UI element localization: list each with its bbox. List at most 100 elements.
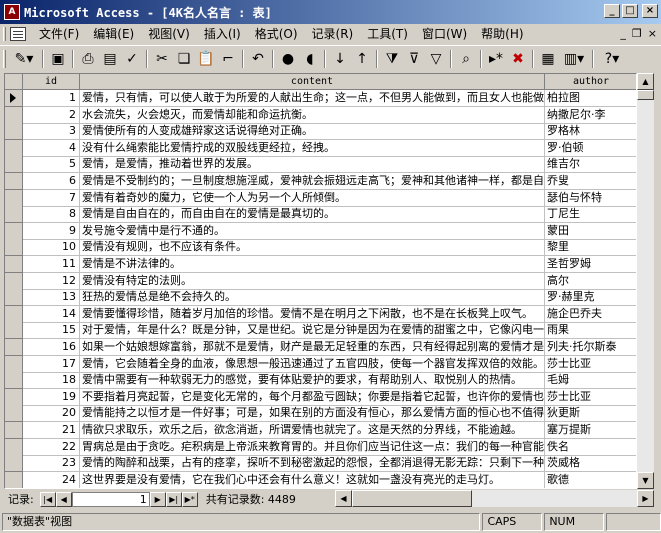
cell-id[interactable]: 12 bbox=[23, 273, 80, 290]
cell-id[interactable]: 21 bbox=[23, 422, 80, 439]
record-selector[interactable] bbox=[5, 107, 23, 124]
record-selector[interactable] bbox=[5, 472, 23, 488]
scroll-left-icon[interactable]: ◀ bbox=[335, 490, 352, 507]
hyperlink-icon[interactable]: ● bbox=[277, 48, 299, 70]
record-selector[interactable] bbox=[5, 156, 23, 173]
maximize-button[interactable]: □ bbox=[622, 4, 638, 18]
cell-content[interactable]: 水会流失，火会熄灭，而爱情却能和命运抗衡。 bbox=[80, 107, 545, 124]
record-selector[interactable] bbox=[5, 256, 23, 273]
cell-author[interactable]: 黎里 bbox=[545, 239, 636, 256]
cell-content[interactable]: 爱情，是爱情，推动着世界的发展。 bbox=[80, 156, 545, 173]
table-row[interactable]: 5 爱情，是爱情，推动着世界的发展。 维吉尔 bbox=[5, 156, 636, 173]
cell-id[interactable]: 22 bbox=[23, 439, 80, 456]
record-selector[interactable] bbox=[5, 422, 23, 439]
record-selector[interactable] bbox=[5, 455, 23, 472]
last-record-icon[interactable]: ▶| bbox=[165, 491, 182, 507]
delete-record-icon[interactable]: ✖ bbox=[507, 48, 529, 70]
minimize-button[interactable]: _ bbox=[604, 4, 620, 18]
help-icon[interactable]: ?▾ bbox=[597, 48, 627, 70]
record-selector[interactable] bbox=[5, 488, 23, 489]
record-selector[interactable] bbox=[5, 223, 23, 240]
record-selector[interactable] bbox=[5, 239, 23, 256]
record-selector[interactable] bbox=[5, 439, 23, 456]
cell-content[interactable]: 情欲只求取乐，欢乐之后，欲念消逝，所谓爱情也就完了。这是天然的分界线，不能逾越。 bbox=[80, 422, 545, 439]
cell-id[interactable]: 19 bbox=[23, 389, 80, 406]
print-preview-icon[interactable]: ▤ bbox=[99, 48, 121, 70]
cell-id[interactable]: 6 bbox=[23, 173, 80, 190]
table-row[interactable]: 13 狂热的爱情总是绝不会持久的。 罗·赫里克 bbox=[5, 289, 636, 306]
format-painter-icon[interactable]: ⌐ bbox=[217, 48, 239, 70]
cell-id[interactable]: 24 bbox=[23, 472, 80, 488]
cell-id[interactable]: 15 bbox=[23, 322, 80, 339]
cell-content[interactable]: 爱情中需要有一种软弱无力的感觉，要有体贴爱护的要求，有帮助别人、取悦别人的热情。 bbox=[80, 372, 545, 389]
table-row[interactable]: 16 如果一个姑娘想嫁富翁，那就不是爱情，财产是最无足轻重的东西，只有经得起别离的… bbox=[5, 339, 636, 356]
close-button[interactable]: × bbox=[642, 4, 658, 18]
record-selector[interactable] bbox=[5, 273, 23, 290]
filter-by-selection-icon[interactable]: ⧩ bbox=[381, 48, 403, 70]
cell-author[interactable]: 高尔 bbox=[545, 273, 636, 290]
first-record-icon[interactable]: |◀ bbox=[39, 491, 56, 507]
menu-file[interactable]: 文件(F) bbox=[32, 25, 86, 43]
apply-filter-icon[interactable]: ▽ bbox=[425, 48, 447, 70]
doc-minimize-icon[interactable]: _ bbox=[620, 27, 626, 40]
cell-content[interactable]: 爱情没有特定的法则。 bbox=[80, 273, 545, 290]
cell-content[interactable]: 对于爱情，年是什么？既是分钟，又是世纪。说它是分钟是因为在爱情的甜蜜之中，它像闪… bbox=[80, 322, 545, 339]
cell-id[interactable]: 4 bbox=[23, 140, 80, 157]
cell-id[interactable]: 17 bbox=[23, 356, 80, 373]
table-row[interactable]: 17 爱情，它会随着全身的血液，像思想一般迅速通过了五官四肢，使每一个器官发挥双倍… bbox=[5, 356, 636, 373]
cell-id[interactable]: 7 bbox=[23, 190, 80, 207]
record-selector[interactable] bbox=[5, 123, 23, 140]
doc-close-icon[interactable]: × bbox=[648, 27, 657, 40]
menu-tools[interactable]: 工具(T) bbox=[360, 25, 415, 43]
cell-author[interactable]: 瑟伯与怀特 bbox=[545, 190, 636, 207]
cell-id[interactable]: 2 bbox=[23, 107, 80, 124]
table-row[interactable]: 4 没有什么绳索能比爱情拧成的双股线更经拉，经拽。 罗·伯顿 bbox=[5, 140, 636, 157]
previous-record-icon[interactable]: ◀ bbox=[55, 491, 72, 507]
record-selector[interactable] bbox=[5, 389, 23, 406]
menu-view[interactable]: 视图(V) bbox=[141, 25, 197, 43]
print-icon[interactable]: ⎙ bbox=[77, 48, 99, 70]
record-selector[interactable] bbox=[5, 173, 23, 190]
cell-id[interactable]: 13 bbox=[23, 289, 80, 306]
scroll-thumb[interactable] bbox=[637, 90, 654, 100]
cell-author[interactable]: 维吉尔 bbox=[545, 156, 636, 173]
cell-author[interactable]: 列夫·托尔斯泰 bbox=[545, 339, 636, 356]
record-selector[interactable] bbox=[5, 289, 23, 306]
cell-content[interactable]: 这世界要是没有爱情，它在我们心中还会有什么意义！这就如一盏没有亮光的走马灯。 bbox=[80, 472, 545, 488]
cell-id[interactable]: 16 bbox=[23, 339, 80, 356]
horizontal-scroll-thumb[interactable] bbox=[352, 490, 472, 507]
menu-window[interactable]: 窗口(W) bbox=[415, 25, 474, 43]
sort-ascending-icon[interactable]: ↓ bbox=[329, 48, 351, 70]
record-selector[interactable] bbox=[5, 306, 23, 323]
cell-content[interactable]: 爱情的陶醉和战栗，占有的痉挛，探听不到秘密激起的怨恨，全都消退得无影无踪：只剩下… bbox=[80, 455, 545, 472]
cell-content[interactable]: 爱情，只有情，可以使人敢于为所爱的人献出生命；这一点，不但男人能做到，而且女人也… bbox=[80, 90, 545, 107]
table-row[interactable]: 7 爱情有着奇妙的魔力，它使一个人为另一个人所倾倒。 瑟伯与怀特 bbox=[5, 190, 636, 207]
cell-id[interactable]: 11 bbox=[23, 256, 80, 273]
table-icon[interactable] bbox=[10, 27, 26, 41]
filter-by-form-icon[interactable]: ⊽ bbox=[403, 48, 425, 70]
cell-author[interactable]: 歌德 bbox=[545, 472, 636, 488]
table-row[interactable]: 1 爱情，只有情，可以使人敢于为所爱的人献出生命；这一点，不但男人能做到，而且女人… bbox=[5, 90, 636, 107]
spelling-icon[interactable]: ✓ bbox=[121, 48, 143, 70]
horizontal-scrollbar[interactable]: ◀ ▶ bbox=[335, 490, 654, 507]
table-row[interactable]: 18 爱情中需要有一种软弱无力的感觉，要有体贴爱护的要求，有帮助别人、取悦别人的热… bbox=[5, 372, 636, 389]
find-icon[interactable]: ⌕ bbox=[455, 48, 477, 70]
cell-content[interactable]: 爱情使所有的人变成雄辩家这话说得绝对正确。 bbox=[80, 123, 545, 140]
sort-descending-icon[interactable]: ↑ bbox=[351, 48, 373, 70]
cell-id[interactable]: 9 bbox=[23, 223, 80, 240]
cell-content[interactable]: 如果一个姑娘想嫁富翁，那就不是爱情，财产是最无足轻重的东西，只有经得起别离的爱情… bbox=[80, 339, 545, 356]
cell-content[interactable]: 没有什么绳索能比爱情拧成的双股线更经拉，经拽。 bbox=[80, 140, 545, 157]
record-selector[interactable] bbox=[5, 190, 23, 207]
cell-author[interactable]: 罗格林 bbox=[545, 123, 636, 140]
menu-format[interactable]: 格式(O) bbox=[248, 25, 305, 43]
cell-author[interactable]: 施企巴乔夫 bbox=[545, 306, 636, 323]
cell-author[interactable]: 丁尼生 bbox=[545, 206, 636, 223]
cell-author[interactable]: 莎士比亚 bbox=[545, 356, 636, 373]
cell-content[interactable]: 胃病总是由于贪吃。疟积病是上帝派来教育胃的。并且你们应当记住这一点：我们的每一种… bbox=[80, 439, 545, 456]
menu-help[interactable]: 帮助(H) bbox=[474, 25, 530, 43]
table-row[interactable]: 15 对于爱情，年是什么？既是分钟，又是世纪。说它是分钟是因为在爱情的甜蜜之中，它… bbox=[5, 322, 636, 339]
table-row[interactable]: 25很小的一件事就会叫坏爱情，很小的伴事情也会使爱情欢愉起来。对爱情来说，任何事… bbox=[5, 488, 637, 489]
doc-restore-icon[interactable]: ❐ bbox=[632, 27, 642, 40]
column-header-content[interactable]: content bbox=[80, 74, 545, 90]
record-selector[interactable] bbox=[5, 206, 23, 223]
